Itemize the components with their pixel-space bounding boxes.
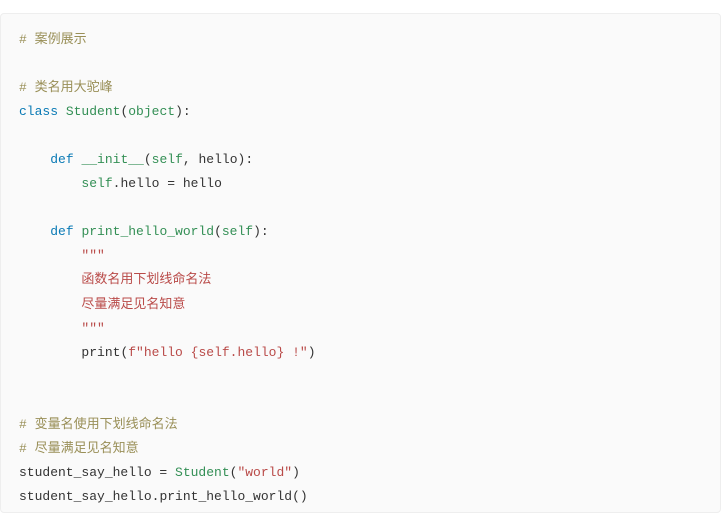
docstring-line2: 尽量满足见名知意 — [81, 297, 185, 312]
fstring: f"hello {self.hello} !" — [128, 345, 307, 360]
print-call: print — [81, 345, 120, 360]
ctor-student: Student — [175, 465, 230, 480]
param-self: self — [152, 152, 183, 167]
docstring-open: """ — [81, 248, 104, 263]
base-class: object — [128, 104, 175, 119]
method-print-hello-world: print_hello_world — [81, 224, 214, 239]
call-method: print_hello_world — [159, 489, 292, 504]
docstring-line1: 函数名用下划线命名法 — [81, 272, 211, 287]
call-obj: student_say_hello — [19, 489, 152, 504]
param-hello: hello — [199, 152, 238, 167]
self-ref: self — [81, 176, 112, 191]
class-name: Student — [66, 104, 121, 119]
param-self: self — [222, 224, 253, 239]
comment-class-naming: # 类名用大驼峰 — [19, 80, 113, 95]
code-block: # 案例展示 # 类名用大驼峰 class Student(object): d… — [0, 13, 721, 513]
var-student-say-hello: student_say_hello — [19, 465, 152, 480]
comment-var-naming: # 变量名使用下划线命名法 — [19, 417, 178, 432]
keyword-class: class — [19, 104, 58, 119]
attr-hello: hello — [120, 176, 159, 191]
keyword-def: def — [50, 224, 73, 239]
comment-title: # 案例展示 — [19, 32, 87, 47]
rhs-hello: hello — [183, 176, 222, 191]
keyword-def: def — [50, 152, 73, 167]
method-init: __init__ — [81, 152, 143, 167]
arg-world: "world" — [237, 465, 292, 480]
comment-readable: # 尽量满足见名知意 — [19, 441, 139, 456]
docstring-close: """ — [81, 321, 104, 336]
